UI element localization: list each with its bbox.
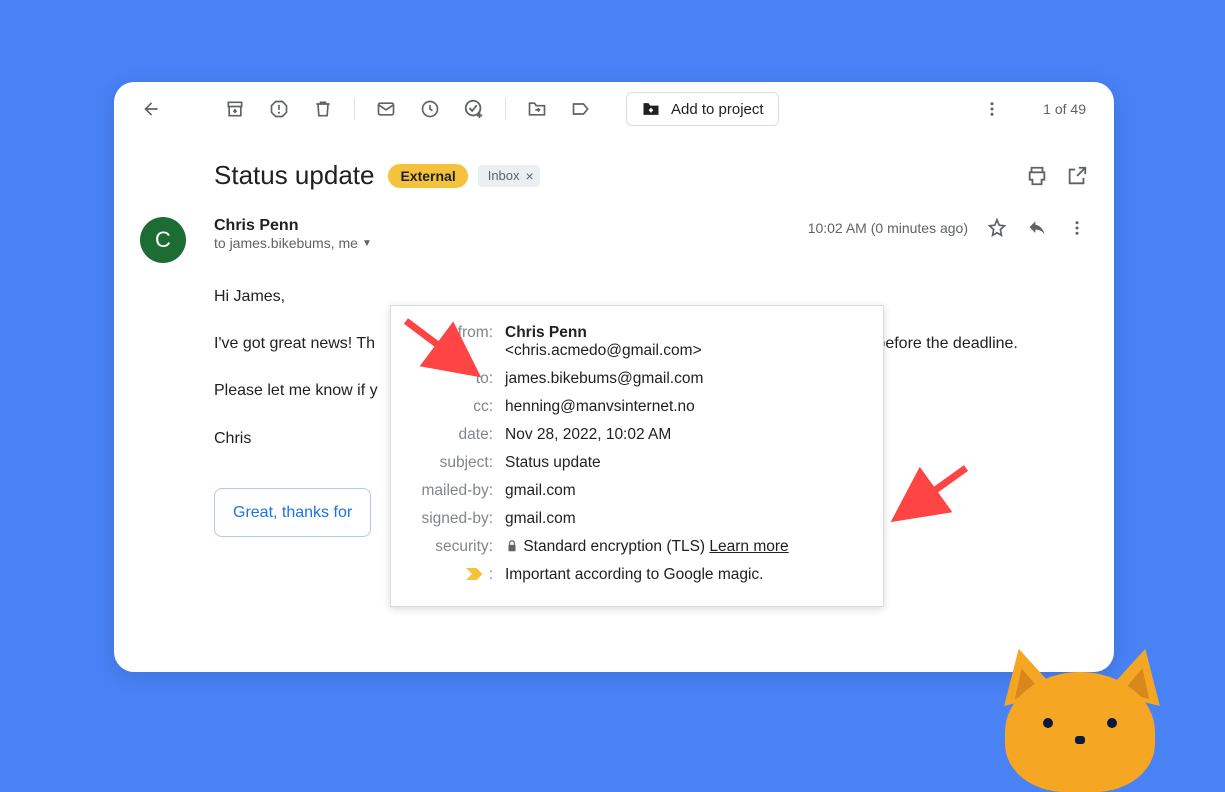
smart-reply-chip[interactable]: Great, thanks for (214, 488, 371, 537)
detail-mailed-by: gmail.com (505, 482, 865, 500)
sender-name: Chris Penn (214, 217, 372, 235)
toolbar: Add to project 1 of 49 (114, 82, 1114, 136)
detail-cc: henning@manvsinternet.no (505, 398, 865, 416)
mark-unread-button[interactable] (367, 90, 405, 128)
sender-row: C Chris Penn to james.bikebums, me ▼ 10:… (114, 199, 1114, 263)
detail-label-date: date: (409, 426, 505, 444)
detail-label-cc: cc: (409, 398, 505, 416)
detail-label-important: : (409, 566, 505, 584)
archive-icon (225, 99, 245, 119)
caret-down-icon: ▼ (362, 238, 372, 249)
avatar-initial: C (155, 227, 171, 253)
recipients-line: to james.bikebums, me (214, 235, 358, 251)
detail-date: Nov 28, 2022, 10:02 AM (505, 426, 865, 444)
more-vert-icon (1068, 219, 1086, 237)
clock-icon (420, 99, 440, 119)
inbox-chip[interactable]: Inbox × (478, 165, 540, 187)
subject-row: Status update External Inbox × (114, 136, 1114, 199)
archive-button[interactable] (216, 90, 254, 128)
folder-move-icon (527, 99, 547, 119)
detail-important: Important according to Google magic. (505, 566, 865, 584)
detail-label-security: security: (409, 538, 505, 556)
detail-security: Standard encryption (TLS) Learn more (505, 538, 865, 556)
star-icon (987, 218, 1007, 238)
print-button[interactable] (1026, 165, 1048, 187)
lock-icon (505, 539, 519, 553)
spam-button[interactable] (260, 90, 298, 128)
trash-icon (313, 99, 333, 119)
annotation-arrow (890, 460, 980, 530)
popout-icon (1066, 165, 1088, 187)
popout-button[interactable] (1066, 165, 1088, 187)
spam-icon (269, 99, 289, 119)
sender-avatar: C (140, 217, 186, 263)
labels-button[interactable] (562, 90, 600, 128)
delete-button[interactable] (304, 90, 342, 128)
more-vert-icon (983, 100, 1001, 118)
decorative-cat (965, 642, 1185, 762)
pagination-count: 1 of 49 (1043, 101, 1086, 117)
star-button[interactable] (986, 217, 1008, 239)
timestamp: 10:02 AM (0 minutes ago) (808, 220, 968, 236)
detail-label-subject: subject: (409, 454, 505, 472)
mail-icon (376, 99, 396, 119)
detail-label-mailed-by: mailed-by: (409, 482, 505, 500)
inbox-chip-label: Inbox (488, 168, 520, 183)
reply-button[interactable] (1026, 217, 1048, 239)
toolbar-separator (505, 98, 506, 120)
annotation-arrow (400, 315, 490, 385)
detail-from-name: Chris Penn (505, 324, 587, 341)
back-button[interactable] (132, 90, 170, 128)
detail-signed-by: gmail.com (505, 510, 865, 528)
add-to-project-button[interactable]: Add to project (626, 92, 779, 126)
recipients-toggle[interactable]: to james.bikebums, me ▼ (214, 235, 372, 251)
message-more-button[interactable] (1066, 217, 1088, 239)
more-button[interactable] (973, 90, 1011, 128)
inbox-chip-remove[interactable]: × (526, 168, 534, 184)
arrow-left-icon (141, 99, 161, 119)
add-to-project-label: Add to project (671, 101, 764, 118)
task-add-icon (463, 98, 485, 120)
detail-from-email: <chris.acmedo@gmail.com> (505, 342, 702, 359)
importance-marker-icon (466, 567, 484, 581)
add-task-button[interactable] (455, 90, 493, 128)
reply-icon (1027, 218, 1047, 238)
detail-label-signed-by: signed-by: (409, 510, 505, 528)
email-subject: Status update (214, 160, 374, 191)
print-icon (1026, 165, 1048, 187)
label-icon (571, 99, 591, 119)
learn-more-link[interactable]: Learn more (709, 538, 788, 555)
move-to-button[interactable] (518, 90, 556, 128)
folder-plus-icon (641, 99, 661, 119)
detail-subject: Status update (505, 454, 865, 472)
external-chip: External (388, 164, 467, 188)
detail-to: james.bikebums@gmail.com (505, 370, 865, 388)
toolbar-separator (354, 98, 355, 120)
snooze-button[interactable] (411, 90, 449, 128)
